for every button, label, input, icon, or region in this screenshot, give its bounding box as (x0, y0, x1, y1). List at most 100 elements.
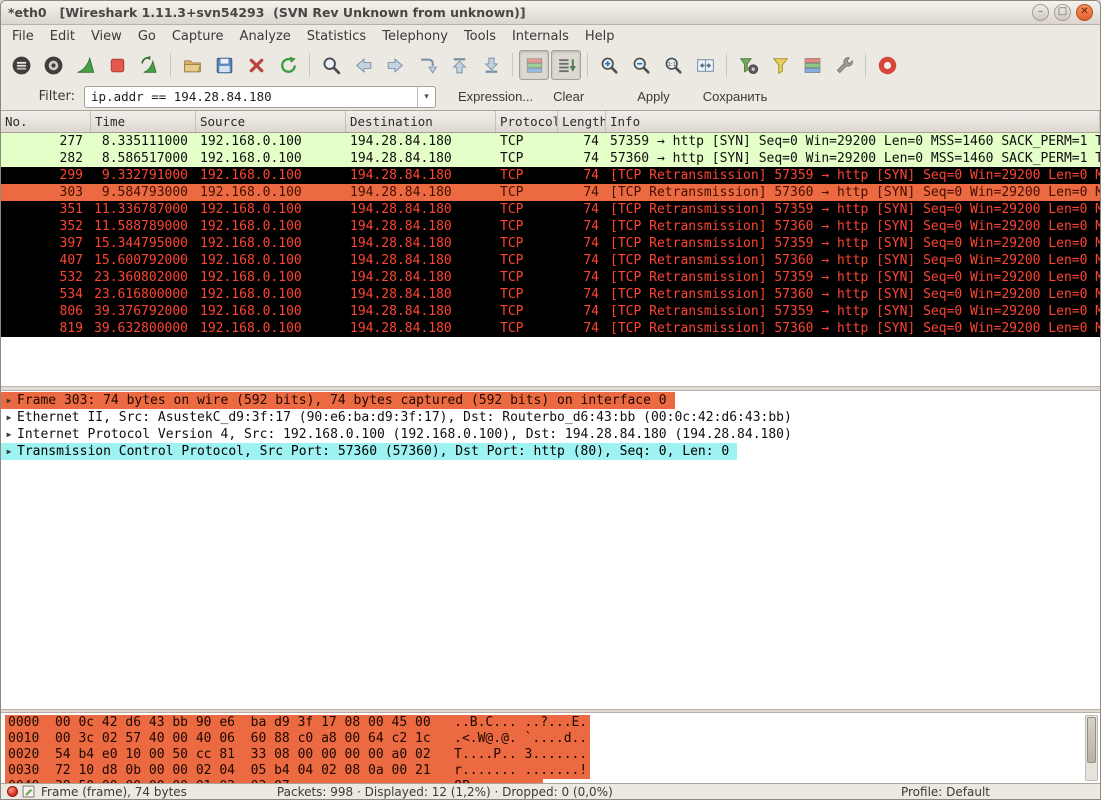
auto-scroll-toggle[interactable] (551, 50, 581, 80)
menu-statistics[interactable]: Statistics (299, 27, 374, 46)
chevron-down-icon[interactable]: ▾ (417, 86, 435, 107)
go-to-packet-icon[interactable] (412, 50, 442, 80)
go-forward-icon[interactable] (380, 50, 410, 80)
hex-row[interactable]: 0030 72 10 d8 0b 00 00 02 04 05 b4 04 02… (5, 763, 1100, 779)
packet-row[interactable]: 534 23.616800000 192.168.0.100 194.28.84.18… (1, 286, 1100, 303)
hex-row[interactable]: 0020 54 b4 e0 10 00 50 cc 81 33 08 00 00… (5, 747, 1100, 763)
packet-info: [TCP Retransmission] 57360 → http [SYN] … (610, 219, 1100, 234)
packet-row[interactable]: 407 15.600792000 192.168.0.100 194.28.84.18… (1, 252, 1100, 269)
detail-text: Ethernet II, Src: AsustekC_d9:3f:17 (90:… (17, 410, 792, 425)
save-file-icon[interactable] (209, 50, 239, 80)
open-file-icon[interactable] (177, 50, 207, 80)
capture-interfaces-icon[interactable] (6, 50, 36, 80)
menu-edit[interactable]: Edit (42, 27, 83, 46)
restart-capture-icon[interactable] (134, 50, 164, 80)
expander-icon[interactable]: ▶ (1, 409, 17, 426)
packet-row[interactable]: 282 8.586517000 192.168.0.100 194.28.84.180… (1, 150, 1100, 167)
menu-internals[interactable]: Internals (504, 27, 577, 46)
reload-icon[interactable] (273, 50, 303, 80)
packet-protocol: TCP (500, 185, 524, 200)
menu-analyze[interactable]: Analyze (232, 27, 299, 46)
titlebar[interactable]: *eth0 [Wireshark 1.11.3+svn54293 (SVN Re… (1, 1, 1100, 25)
menu-telephony[interactable]: Telephony (374, 27, 456, 46)
go-last-icon[interactable] (476, 50, 506, 80)
packet-row[interactable]: 806 39.376792000 192.168.0.100 194.28.84.18… (1, 303, 1100, 320)
packet-row[interactable]: 819 39.632800000 192.168.0.100 194.28.84.18… (1, 320, 1100, 337)
menu-help[interactable]: Help (577, 27, 623, 46)
menu-tools[interactable]: Tools (456, 27, 504, 46)
menu-view[interactable]: View (83, 27, 130, 46)
hex-line[interactable]: 0030 72 10 d8 0b 00 00 02 04 05 b4 04 02… (5, 763, 591, 779)
packet-length: 74 (583, 321, 599, 336)
menu-file[interactable]: File (4, 27, 42, 46)
filter-input[interactable] (85, 86, 417, 107)
save-filter-button[interactable]: Сохранить (699, 87, 772, 106)
status-profile[interactable]: Profile: Default (901, 785, 990, 799)
resize-columns-icon[interactable] (690, 50, 720, 80)
menu-capture[interactable]: Capture (164, 27, 232, 46)
zoom-out-icon[interactable] (626, 50, 656, 80)
expert-info-icon[interactable] (7, 786, 18, 797)
col-time[interactable]: Time (91, 111, 196, 132)
zoom-in-icon[interactable] (594, 50, 624, 80)
clear-button[interactable]: Clear (549, 87, 588, 106)
zoom-100-icon[interactable]: 1:1 (658, 50, 688, 80)
close-button[interactable]: ✕ (1076, 4, 1093, 21)
packet-row[interactable]: 352 11.588789000 192.168.0.100 194.28.84.18… (1, 218, 1100, 235)
expander-icon[interactable]: ▶ (1, 426, 17, 443)
packet-details-pane: ▶ Frame 303: 74 bytes on wire (592 bits),… (1, 391, 1100, 709)
go-back-icon[interactable] (348, 50, 378, 80)
expander-icon[interactable]: ▶ (1, 443, 17, 460)
packet-row[interactable]: 397 15.344795000 192.168.0.100 194.28.84.18… (1, 235, 1100, 252)
packet-row[interactable]: 351 11.336787000 192.168.0.100 194.28.84.18… (1, 201, 1100, 218)
start-capture-icon[interactable] (70, 50, 100, 80)
colorize-packet-list-toggle[interactable] (519, 50, 549, 80)
col-destination[interactable]: Destination (346, 111, 496, 132)
detail-row-ethernet[interactable]: ▶ Ethernet II, Src: AsustekC_d9:3f:17 (90… (1, 409, 1100, 426)
hex-row[interactable]: 0000 00 0c 42 d6 43 bb 90 e6 ba d9 3f 17… (5, 715, 1100, 731)
packet-length: 74 (583, 168, 599, 183)
status-frame-info: Frame (frame), 74 bytes (41, 784, 187, 799)
col-info[interactable]: Info (606, 111, 1100, 132)
detail-row-tcp[interactable]: ▶ Transmission Control Protocol, Src Port… (1, 443, 1100, 460)
packet-row[interactable]: 277 8.335111000 192.168.0.100 194.28.84.180… (1, 133, 1100, 150)
display-filters-icon[interactable] (765, 50, 795, 80)
hex-line[interactable]: 0040 38 50 00 00 00 00 01 03 03 07 8P...… (5, 779, 544, 783)
capture-comment-icon[interactable] (22, 785, 35, 798)
col-source[interactable]: Source (196, 111, 346, 132)
capture-options-icon[interactable] (38, 50, 68, 80)
coloring-rules-icon[interactable] (797, 50, 827, 80)
expression-button[interactable]: Expression... (454, 87, 537, 106)
detail-row-frame[interactable]: ▶ Frame 303: 74 bytes on wire (592 bits),… (1, 392, 1100, 409)
vertical-scrollbar[interactable] (1085, 715, 1098, 781)
packet-protocol: TCP (500, 168, 524, 183)
close-file-icon[interactable] (241, 50, 271, 80)
packet-row-selected[interactable]: 303 9.584793000 192.168.0.100 194.28.84.180… (1, 184, 1100, 201)
detail-row-ip[interactable]: ▶ Internet Protocol Version 4, Src: 192.1… (1, 426, 1100, 443)
hex-line[interactable]: 0020 54 b4 e0 10 00 50 cc 81 33 08 00 00… (5, 747, 591, 763)
col-protocol[interactable]: Protocol (496, 111, 558, 132)
capture-filters-icon[interactable] (733, 50, 763, 80)
stop-capture-icon[interactable] (102, 50, 132, 80)
minimize-button[interactable]: – (1032, 4, 1049, 21)
col-no[interactable]: No. (1, 111, 91, 132)
go-first-icon[interactable] (444, 50, 474, 80)
apply-button[interactable]: Apply (633, 87, 674, 106)
hex-line[interactable]: 0010 00 3c 02 57 40 00 40 06 60 88 c0 a8… (5, 731, 591, 747)
preferences-icon[interactable] (829, 50, 859, 80)
packet-row[interactable]: 532 23.360802000 192.168.0.100 194.28.84.18… (1, 269, 1100, 286)
menu-go[interactable]: Go (130, 27, 164, 46)
packet-protocol: TCP (500, 304, 524, 319)
hex-line[interactable]: 0000 00 0c 42 d6 43 bb 90 e6 ba d9 3f 17… (5, 715, 591, 731)
find-packet-icon[interactable] (316, 50, 346, 80)
expander-icon[interactable]: ▶ (1, 392, 17, 409)
maximize-button[interactable]: □ (1054, 4, 1071, 21)
hex-row[interactable]: 0010 00 3c 02 57 40 00 40 06 60 88 c0 a8… (5, 731, 1100, 747)
hex-row[interactable]: 0040 38 50 00 00 00 00 01 03 03 07 8P...… (5, 779, 1100, 783)
packet-info: [TCP Retransmission] 57359 → http [SYN] … (610, 304, 1100, 319)
col-length[interactable]: Length (558, 111, 606, 132)
scrollbar-thumb[interactable] (1087, 717, 1096, 763)
help-icon[interactable] (872, 50, 902, 80)
packet-source: 192.168.0.100 (200, 168, 302, 183)
packet-row[interactable]: 299 9.332791000 192.168.0.100 194.28.84.180… (1, 167, 1100, 184)
